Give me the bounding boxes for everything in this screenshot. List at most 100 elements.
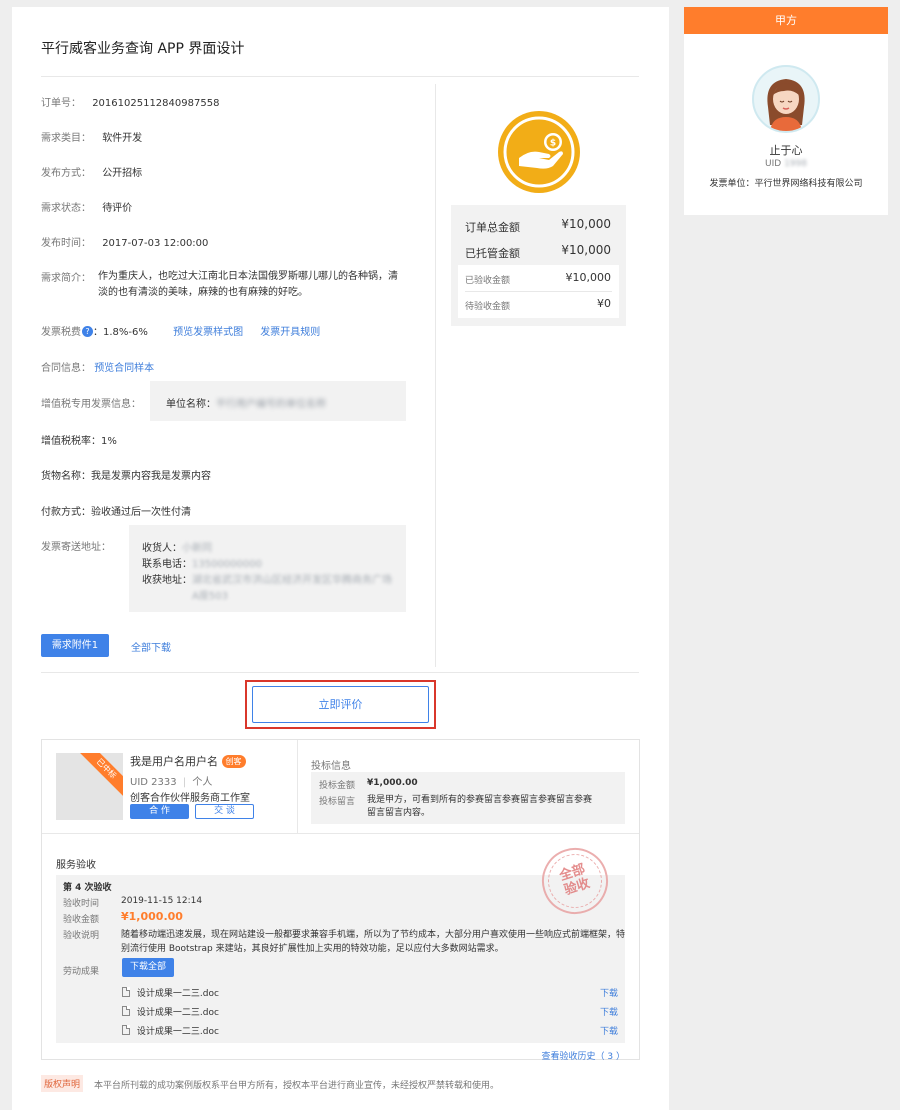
page-title: 平行威客业务查询 APP 界面设计 bbox=[41, 41, 245, 57]
acceptance-amount-label: 验收金额 bbox=[63, 915, 100, 925]
acceptance-desc-label: 验收说明 bbox=[63, 931, 100, 941]
row-label: 需求类目： bbox=[41, 133, 91, 144]
unit-name-row: 单位名称：平行用户编号的单位名称 bbox=[166, 395, 326, 410]
invoice-sample-link[interactable]: 预览发票样式图 bbox=[173, 327, 243, 338]
goods-row: 货物名称：我是发票内容我是发票内容 bbox=[41, 467, 211, 482]
phone-value: 13500000000 bbox=[192, 559, 262, 570]
svg-text:$: $ bbox=[550, 139, 556, 149]
bidder-type: 个人 bbox=[192, 777, 213, 788]
user-uid-row: UID 1998 bbox=[684, 159, 888, 169]
escrow-amount-label: 已托管金额 bbox=[465, 247, 520, 260]
acceptance-history-link[interactable]: 查看验收历史（ 3 ） bbox=[542, 1049, 625, 1062]
address-label: 发票寄送地址： bbox=[41, 542, 111, 553]
vat-rate-row: 增值税税率：1% bbox=[41, 432, 117, 447]
bid-amount-value: ¥1,000.00 bbox=[367, 778, 418, 788]
order-number-row: 订单号： 20161025112840987558 bbox=[41, 94, 219, 109]
bidder-name-row: 我是用户名用户名 创客 bbox=[130, 753, 246, 769]
vat-invoice-box: 单位名称：平行用户编号的单位名称 bbox=[150, 381, 406, 421]
uid-label: UID bbox=[765, 159, 782, 169]
contract-label: 合同信息： bbox=[41, 363, 91, 374]
cooperate-button[interactable]: 合 作 bbox=[130, 804, 189, 819]
bidder-uid-row: UID 2333 | 个人 bbox=[130, 773, 212, 788]
bid-message-label: 投标留言 bbox=[319, 797, 356, 807]
amount-summary: 订单总金额 ¥10,000 已托管金额 ¥10,000 已验收金额 ¥10,00… bbox=[451, 205, 626, 326]
goods-text: 货物名称：我是发票内容我是发票内容 bbox=[41, 471, 211, 482]
file-name: 设计成果一二三.doc bbox=[136, 1008, 219, 1018]
result-file: 设计成果一二三.doc bbox=[122, 1024, 219, 1037]
question-icon[interactable]: ? bbox=[82, 326, 93, 337]
bid-message-line: 我是甲方，可看到所有的参赛留言参赛留言参赛留言参赛 bbox=[367, 795, 593, 805]
intro-text: 作为重庆人，也吃过大江南北日本法国俄罗斯哪儿哪儿的各种锅，清 淡的也有清淡的美味… bbox=[98, 269, 398, 301]
attachment-button[interactable]: 需求附件1 bbox=[41, 634, 109, 657]
acceptance-desc-line: 别流行使用 Bootstrap 来建站，其良好扩展性加上实用的特效功能，足以应付… bbox=[121, 944, 504, 954]
copyright-text: 本平台所刊载的成功案例版权系平台甲方所有，授权本平台进行商业宣传，未经授权严禁转… bbox=[94, 1081, 500, 1091]
receiver-value: 小新同 bbox=[182, 543, 212, 554]
sidebar-header: 甲方 bbox=[684, 7, 888, 34]
total-amount-label: 订单总金额 bbox=[465, 221, 520, 234]
received-breakdown: 已验收金额 ¥10,000 待验收金额 ¥0 bbox=[458, 265, 619, 318]
row-label: 订单号： bbox=[41, 98, 81, 109]
title-divider bbox=[41, 76, 639, 77]
vat-invoice-label: 增值税专用发票信息： bbox=[41, 399, 141, 410]
receiver-row: 收货人：小新同 bbox=[142, 539, 212, 554]
publish-time-row: 发布时间： 2017-07-03 12:00:00 bbox=[41, 234, 208, 249]
phone-label: 联系电话： bbox=[142, 559, 192, 570]
file-download-link[interactable]: 下载 bbox=[600, 986, 618, 999]
received-amount-value: ¥10,000 bbox=[565, 271, 612, 284]
addr-label: 收获地址： bbox=[142, 575, 192, 586]
acceptance-title: 服务验收 bbox=[56, 860, 96, 871]
divider bbox=[465, 291, 612, 292]
uid-value: 1998 bbox=[784, 159, 807, 169]
order-number-value: 20161025112840987558 bbox=[92, 98, 220, 109]
tax-row: 发票税费? ：1.8%-6% 预览发票样式图 发票开具规则 bbox=[41, 323, 320, 338]
acceptance-box: 第 4 次验收 验收时间 2019-11-15 12:14 验收金额 ¥1,00… bbox=[56, 875, 625, 1043]
publish-method-value: 公开招标 bbox=[102, 168, 143, 179]
invoice-rules-link[interactable]: 发票开具规则 bbox=[260, 327, 320, 338]
file-download-link[interactable]: 下载 bbox=[600, 1005, 618, 1018]
won-bid-ribbon: 已中标 bbox=[76, 753, 123, 799]
row-label: 需求状态： bbox=[41, 203, 91, 214]
coin-hand-icon: $ bbox=[497, 110, 581, 194]
file-download-link[interactable]: 下载 bbox=[600, 1024, 618, 1037]
invoice-unit: 发票单位：平行世界网络科技有限公司 bbox=[709, 179, 863, 189]
file-icon bbox=[122, 1006, 130, 1016]
acceptance-time-label: 验收时间 bbox=[63, 899, 100, 909]
bidder-avatar: 已中标 bbox=[56, 753, 123, 820]
category-value: 软件开发 bbox=[102, 133, 143, 144]
download-all-results-button[interactable]: 下载全部 bbox=[122, 958, 174, 977]
bidder-divider bbox=[297, 740, 298, 833]
publish-time-value: 2017-07-03 12:00:00 bbox=[102, 238, 209, 249]
tax-value: ：1.8%-6% bbox=[93, 327, 148, 338]
payment-text: 付款方式：验收通过后一次性付清 bbox=[41, 507, 191, 518]
review-button[interactable]: 立即评价 bbox=[252, 686, 429, 723]
file-icon bbox=[122, 987, 130, 997]
bidder-company: 创客合作伙伴服务商工作室 bbox=[130, 793, 250, 804]
addr-row-2: A座503 bbox=[192, 587, 228, 602]
user-name: 止于心 bbox=[769, 144, 803, 157]
bid-amount-label: 投标金额 bbox=[319, 781, 356, 791]
contract-row: 合同信息： 预览合同样本 bbox=[41, 359, 154, 374]
publish-method-row: 发布方式： 公开招标 bbox=[41, 164, 142, 179]
intro-label: 需求简介： bbox=[41, 273, 91, 284]
chat-button[interactable]: 交 谈 bbox=[195, 804, 254, 819]
file-name: 设计成果一二三.doc bbox=[136, 1027, 219, 1037]
download-all-link[interactable]: 全部下载 bbox=[131, 639, 171, 654]
acceptance-time-value: 2019-11-15 12:14 bbox=[121, 896, 203, 906]
status-value: 待评价 bbox=[102, 203, 133, 214]
escrow-amount-value: ¥10,000 bbox=[561, 243, 611, 257]
bidder-name[interactable]: 我是用户名用户名 bbox=[130, 755, 218, 768]
acceptance-amount-value: ¥1,000.00 bbox=[121, 910, 183, 923]
addr-row: 收获地址：湖北省武汉市洪山区经济开发区华腾商务广场 bbox=[142, 571, 392, 586]
intro-line: 作为重庆人，也吃过大江南北日本法国俄罗斯哪儿哪儿的各种锅，清 bbox=[98, 271, 398, 282]
separator: | bbox=[182, 777, 187, 788]
row-label: 发布时间： bbox=[41, 238, 91, 249]
acceptance-desc-line: 随着移动端迅速发展，现在网站建设一般都要求兼容手机端，所以为了节约成本，大部分用… bbox=[121, 930, 626, 940]
receiver-label: 收货人： bbox=[142, 543, 182, 554]
contract-sample-link[interactable]: 预览合同样本 bbox=[94, 363, 154, 374]
results-label: 劳动成果 bbox=[63, 967, 100, 977]
bid-info-box: 投标金额 ¥1,000.00 投标留言 我是甲方，可看到所有的参赛留言参赛留言参… bbox=[311, 772, 625, 824]
received-amount-label: 已验收金额 bbox=[465, 276, 511, 286]
unit-name-label: 单位名称： bbox=[166, 399, 216, 410]
order-detail-panel: 平行威客业务查询 APP 界面设计 订单号： 20161025112840987… bbox=[12, 7, 669, 1110]
acceptance-round: 第 4 次验收 bbox=[63, 883, 112, 893]
